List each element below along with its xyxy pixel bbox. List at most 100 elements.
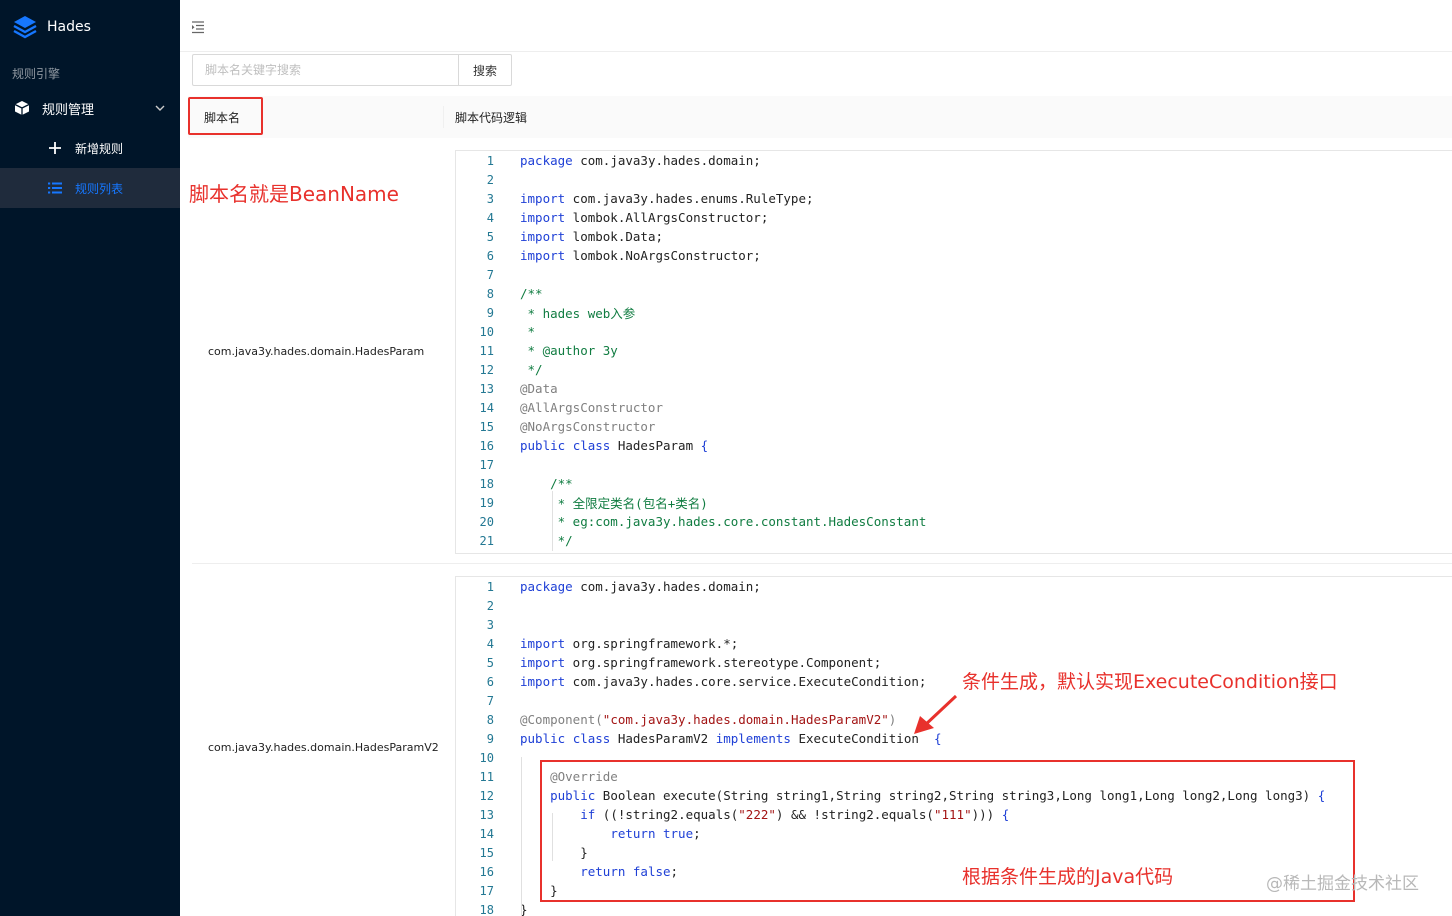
code-line: 10 * xyxy=(456,322,1452,341)
line-number: 21 xyxy=(479,533,494,548)
script-name-cell: com.java3y.hades.domain.HadesParam xyxy=(208,345,425,358)
code-token: com.java3y.hades.core.service.ExecuteCon… xyxy=(565,674,927,689)
script-name-cell: com.java3y.hades.domain.HadesParamV2 xyxy=(208,741,439,754)
code-token: * 全限定类名(包名+类名) xyxy=(520,496,708,511)
code-token: "com.java3y.hades.domain.HadesParamV2" xyxy=(602,712,889,727)
code-text: import lombok.NoArgsConstructor; xyxy=(506,248,761,263)
code-token: @Component( xyxy=(520,712,603,727)
sidebar-item-add-rule[interactable]: 新增规则 xyxy=(0,128,180,168)
code-text: @NoArgsConstructor xyxy=(506,419,655,434)
cube-icon xyxy=(14,101,30,115)
code-line: 18 /** xyxy=(456,474,1452,493)
brand[interactable]: Hades xyxy=(0,0,180,54)
code-editor[interactable]: 1 package com.java3y.hades.domain; 2 3 impor… xyxy=(455,150,1452,554)
line-number: 11 xyxy=(479,343,494,358)
line-number: 13 xyxy=(479,807,494,822)
line-number: 13 xyxy=(479,381,494,396)
table-row: com.java3y.hades.domain.HadesParam 1 pack… xyxy=(192,148,1452,564)
line-number: 14 xyxy=(479,400,494,415)
top-bar xyxy=(180,0,1452,52)
line-number: 2 xyxy=(486,598,494,613)
line-number: 16 xyxy=(479,864,494,879)
line-number: 17 xyxy=(479,883,494,898)
line-number: 8 xyxy=(486,712,494,727)
chevron-down-icon xyxy=(155,105,165,111)
code-text: import org.springframework.*; xyxy=(506,636,738,651)
code-token: org.springframework.stereotype.Component… xyxy=(565,655,882,670)
code-token: */ xyxy=(520,362,543,377)
code-token: lombok.Data; xyxy=(565,229,663,244)
line-number: 8 xyxy=(486,286,494,301)
search-button[interactable]: 搜索 xyxy=(458,54,512,86)
code-token: import xyxy=(520,674,566,689)
code-line: 9 * hades web入参 xyxy=(456,303,1452,322)
line-number: 9 xyxy=(486,731,494,746)
code-line: 17 xyxy=(456,455,1452,474)
indent-guide xyxy=(552,491,553,551)
line-number: 6 xyxy=(486,248,494,263)
code-text: * xyxy=(506,324,536,339)
logo-icon xyxy=(13,16,37,39)
code-token: import xyxy=(520,655,566,670)
annotation-arrow-icon xyxy=(914,694,958,734)
code-line: 1 package com.java3y.hades.domain; xyxy=(456,577,1452,596)
code-text: import lombok.Data; xyxy=(506,229,663,244)
code-token: lombok.NoArgsConstructor; xyxy=(565,248,761,263)
column-header-script-code[interactable]: 脚本代码逻辑 xyxy=(455,96,527,138)
line-number: 10 xyxy=(479,324,494,339)
sidebar-item-rule-list[interactable]: 规则列表 xyxy=(0,168,180,208)
line-number: 18 xyxy=(479,902,494,916)
code-token: */ xyxy=(520,533,573,548)
menu-group-rule-management[interactable]: 规则管理 xyxy=(0,88,180,128)
code-text: public class HadesParam { xyxy=(506,438,708,453)
code-token: package xyxy=(520,579,573,594)
line-number: 3 xyxy=(486,191,494,206)
line-number: 15 xyxy=(479,845,494,860)
code-text: public class HadesParamV2 implements Exe… xyxy=(506,731,941,746)
highlight-box-generated-code xyxy=(540,760,1355,902)
code-token: package xyxy=(520,153,573,168)
line-number: 3 xyxy=(486,617,494,632)
code-line: 15 @NoArgsConstructor xyxy=(456,417,1452,436)
plus-icon xyxy=(49,142,61,154)
line-number: 11 xyxy=(479,769,494,784)
line-number: 4 xyxy=(486,210,494,225)
code-token: import xyxy=(520,210,566,225)
code-text: } xyxy=(506,902,528,916)
code-token: * hades web入参 xyxy=(520,306,636,321)
code-line: 3 xyxy=(456,615,1452,634)
table-header: 脚本名 脚本代码逻辑 xyxy=(188,96,1452,138)
sidebar: Hades 规则引擎 规则管理 新增规则 规则列表 xyxy=(0,0,180,916)
code-text: */ xyxy=(506,362,543,377)
line-number: 1 xyxy=(486,579,494,594)
watermark: @稀土掘金技术社区 xyxy=(1266,874,1419,894)
code-token: public xyxy=(520,438,566,453)
code-token: HadesParamV2 xyxy=(610,731,716,746)
code-token: @Data xyxy=(520,381,558,396)
code-token: /** xyxy=(520,286,543,301)
code-token: lombok.AllArgsConstructor; xyxy=(565,210,769,225)
line-number: 5 xyxy=(486,655,494,670)
code-text: * eg:com.java3y.hades.core.constant.Hade… xyxy=(506,514,927,529)
code-text: package com.java3y.hades.domain; xyxy=(506,153,761,168)
code-token: import xyxy=(520,636,566,651)
code-line: 16 public class HadesParam { xyxy=(456,436,1452,455)
search-input[interactable] xyxy=(192,54,458,86)
line-number: 19 xyxy=(479,495,494,510)
code-text: @Component("com.java3y.hades.domain.Hade… xyxy=(506,712,896,727)
code-token: * xyxy=(520,324,536,339)
brand-name: Hades xyxy=(47,19,91,35)
line-number: 20 xyxy=(479,514,494,529)
code-line: 1 package com.java3y.hades.domain; xyxy=(456,151,1452,170)
line-number: 16 xyxy=(479,438,494,453)
code-token: import xyxy=(520,248,566,263)
annotation-java-code: 根据条件生成的Java代码 xyxy=(962,866,1174,888)
annotation-bean-name: 脚本名就是BeanName xyxy=(189,182,399,206)
list-icon xyxy=(48,182,62,194)
code-text: /** xyxy=(506,286,543,301)
code-token: * eg:com.java3y.hades.core.constant.Hade… xyxy=(520,514,927,529)
menu-fold-icon[interactable] xyxy=(191,20,205,34)
highlight-box-script-name xyxy=(188,97,263,135)
